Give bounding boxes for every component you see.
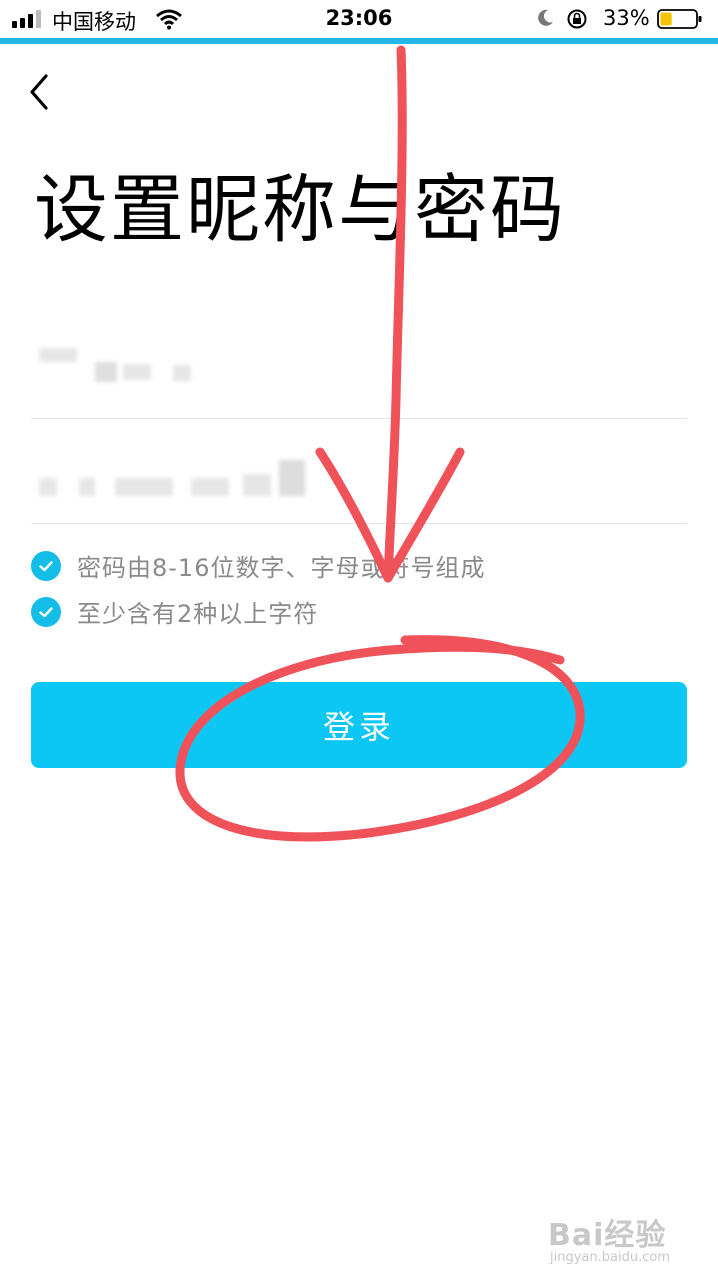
blurred-password (39, 478, 57, 496)
password-rule-text: 至少含有2种以上字符 (77, 600, 319, 628)
blurred-password (279, 460, 305, 496)
blurred-nickname (123, 364, 151, 380)
progress-accent-line (0, 38, 718, 44)
page-title: 设置昵称与密码 (34, 167, 566, 253)
chevron-left-icon (30, 74, 48, 110)
moon-icon (538, 9, 553, 26)
blurred-nickname (39, 348, 77, 362)
blurred-password (191, 478, 229, 496)
blurred-nickname (95, 362, 117, 382)
blurred-nickname (173, 365, 191, 381)
watermark-url: jingyan.baidu.com (550, 1250, 670, 1265)
watermark-brand: Bai经验 (548, 1218, 667, 1253)
password-rule-types: 至少含有2种以上字符 (31, 594, 318, 629)
check-icon (31, 596, 61, 627)
blurred-password (115, 478, 173, 496)
battery-icon (657, 9, 702, 29)
status-bar: 中国移动 23:06 33% (0, 0, 718, 38)
login-button[interactable]: 登录 (31, 682, 687, 768)
nickname-input[interactable] (31, 330, 687, 419)
battery-percent: 33% (603, 6, 650, 30)
blurred-password (243, 474, 271, 496)
password-rule-length: 密码由8-16位数字、字母或符号组成 (31, 548, 485, 583)
blurred-password (79, 478, 95, 496)
watermark: Bai经验 jingyan.baidu.com (548, 1210, 670, 1265)
orientation-lock-icon (567, 9, 587, 29)
back-button[interactable] (22, 70, 62, 114)
password-rule-text: 密码由8-16位数字、字母或符号组成 (77, 554, 486, 582)
password-input[interactable] (31, 440, 687, 524)
check-icon (31, 550, 61, 581)
